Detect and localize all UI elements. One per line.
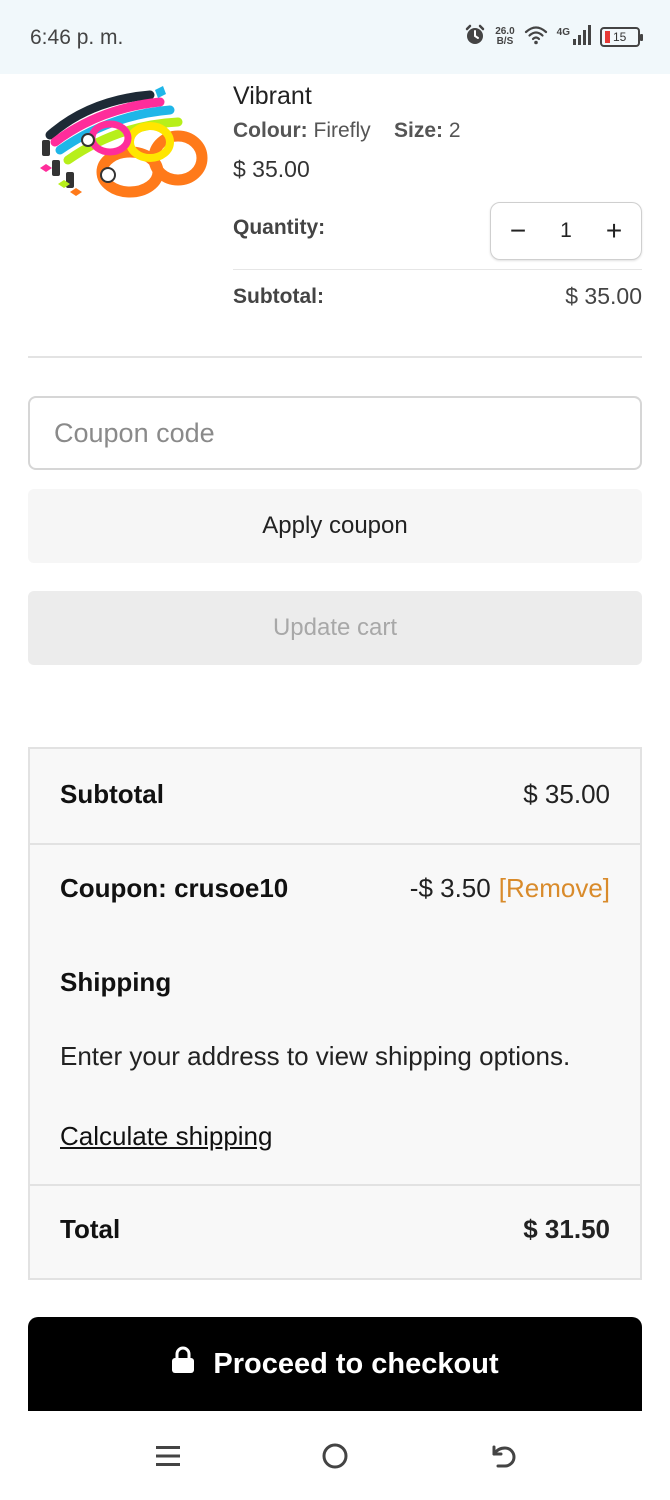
quantity-row: Quantity: − 1 + [233,202,642,262]
back-icon[interactable] [482,1439,522,1473]
totals-subtotal-value: $ 35.00 [523,779,610,809]
update-cart-button[interactable]: Update cart [28,591,642,665]
quantity-label: Quantity: [233,216,326,239]
lock-icon [171,1346,195,1382]
item-divider [233,269,642,270]
system-nav-bar [0,1411,670,1500]
wifi-icon [524,25,548,50]
increment-button[interactable]: + [603,217,625,245]
cart-item: Vibrant Colour: Firefly Size: 2 $ 35.00 … [233,80,642,309]
cart-totals: Subtotal $ 35.00 Coupon: crusoe10 -$ 3.5… [28,747,642,1280]
menu-icon[interactable] [148,1439,188,1473]
totals-divider [30,1184,640,1186]
status-icons: 26.0 B/S 4G 15 [464,22,643,52]
coupon-discount-value: -$ 3.50 [409,873,491,903]
status-time: 6:46 p. m. [30,26,124,49]
totals-divider [30,843,640,845]
item-subtotal-row: Subtotal: $ 35.00 [233,283,642,310]
order-total-label: Total [60,1214,121,1244]
network-speed: 26.0 B/S [495,27,514,47]
decrement-button[interactable]: − [507,217,529,245]
shipping-message: Enter your address to view shipping opti… [60,1041,571,1071]
coupon-label: Coupon: crusoe10 [60,873,289,903]
network-type: 4G [556,26,570,38]
network-speed-unit: B/S [496,36,514,47]
coupon-row: Coupon: crusoe10 -$ 3.50 [Remove] [30,873,640,904]
product-variant: Colour: Firefly Size: 2 [233,116,642,146]
colour-label: Colour: [233,119,308,142]
colour-value: Firefly [313,119,371,142]
order-total-row: Total $ 31.50 [30,1214,640,1245]
calculate-shipping-link[interactable]: Calculate shipping [60,1119,272,1153]
battery-level: 15 [613,30,627,44]
size-label: Size: [394,119,444,142]
apply-coupon-button[interactable]: Apply coupon [28,489,642,563]
battery-level-fill [605,31,610,43]
status-bar: 6:46 p. m. 26.0 B/S 4G 15 [0,0,670,74]
proceed-to-checkout-button[interactable]: Proceed to checkout [28,1317,642,1411]
section-divider [28,356,642,358]
item-subtotal-label: Subtotal: [233,284,324,308]
shipping-title: Shipping [60,967,172,997]
product-name[interactable]: Vibrant [233,80,642,112]
quantity-stepper: − 1 + [490,202,642,260]
size-value: 2 [448,119,461,142]
alarm-icon [464,24,486,51]
remove-coupon-link[interactable]: [Remove] [499,873,610,903]
home-icon[interactable] [315,1439,355,1473]
item-subtotal-value: $ 35.00 [565,283,642,309]
coupon-discount: -$ 3.50 [Remove] [410,873,610,904]
battery-icon: 15 [600,27,643,47]
signal-icon [573,24,591,50]
quantity-value[interactable]: 1 [560,219,572,243]
totals-subtotal-label: Subtotal [60,779,164,809]
checkout-label: Proceed to checkout [213,1347,499,1380]
coupon-code-input[interactable] [28,396,642,470]
order-total-value: $ 31.50 [523,1214,610,1244]
product-price: $ 35.00 [233,156,310,182]
totals-subtotal-row: Subtotal $ 35.00 [30,779,640,810]
product-image[interactable] [30,80,210,205]
